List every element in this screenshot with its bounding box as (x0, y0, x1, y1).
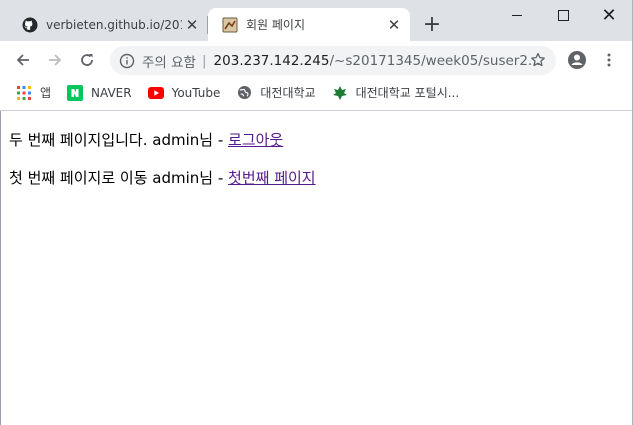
welcome-text: 두 번째 페이지입니다. admin님 - (9, 131, 229, 149)
page-viewport: 두 번째 페이지입니다. admin님 - 로그아웃 첫 번째 페이지로 이동 … (0, 111, 633, 425)
tab-member-page[interactable]: 회원 페이지 ✕ (208, 8, 410, 41)
bookmark-label: 앱 (40, 86, 52, 100)
bookmark-apps[interactable]: 앱 (16, 84, 51, 101)
bookmark-label: 대전대학교 (260, 86, 316, 100)
forward-button[interactable] (43, 48, 67, 72)
browser-toolbar: 주의 요함 | 203.237.142.245 /~s20171345/week… (0, 41, 633, 79)
address-bar[interactable]: 주의 요함 | 203.237.142.245 /~s20171345/week… (110, 46, 556, 75)
reload-icon (81, 54, 93, 66)
leaf-icon (332, 85, 348, 101)
naver-icon (67, 84, 84, 101)
minimize-icon (511, 14, 522, 16)
github-icon (22, 17, 38, 33)
navigation-line: 첫 번째 페이지로 이동 admin님 - 첫번째 페이지 (9, 167, 316, 188)
security-warning: 주의 요함 (142, 54, 196, 71)
menu-button[interactable] (597, 48, 621, 72)
tab-close-icon[interactable]: ✕ (384, 15, 404, 35)
window-left-edge (0, 111, 1, 425)
window-close-button[interactable]: ✕ (586, 0, 632, 30)
maximize-icon (557, 9, 569, 21)
tab-github[interactable]: verbieten.github.io/20190 ✕ (8, 8, 208, 41)
welcome-line: 두 번째 페이지입니다. admin님 - 로그아웃 (9, 129, 283, 150)
new-tab-button[interactable]: + (420, 12, 444, 37)
bookmarks-bar: 앱 NAVER YouTube 대전대학교 대전대학교 포털시... (0, 79, 633, 106)
address-separator: | (201, 52, 207, 69)
bookmark-label: 대전대학교 포털시... (355, 86, 460, 100)
tab-title: verbieten.github.io/20190 (46, 17, 182, 32)
navigation-text: 첫 번째 페이지로 이동 admin님 - (9, 169, 229, 187)
bookmark-label: NAVER (91, 85, 132, 100)
back-button[interactable] (11, 48, 35, 72)
globe-icon (236, 85, 252, 101)
logout-link[interactable]: 로그아웃 (228, 131, 283, 149)
bookmark-youtube[interactable]: YouTube (147, 85, 221, 101)
bookmark-star-icon[interactable] (529, 51, 547, 69)
reload-button[interactable] (75, 48, 99, 72)
more-vert-icon (607, 53, 611, 67)
bookmark-label: YouTube (171, 85, 221, 100)
bookmark-daejeon-portal[interactable]: 대전대학교 포털시... (332, 84, 460, 101)
first-page-link[interactable]: 첫번째 페이지 (228, 169, 316, 187)
info-icon[interactable] (119, 53, 135, 69)
url-host: 203.237.142.245 (213, 52, 330, 69)
apps-grid-icon (16, 85, 32, 101)
maximize-button[interactable] (540, 0, 586, 30)
tab-title: 회원 페이지 (246, 18, 306, 32)
tab-close-icon[interactable]: ✕ (182, 15, 202, 35)
bookmark-naver[interactable]: NAVER (67, 84, 132, 101)
tab-strip: verbieten.github.io/20190 ✕ 회원 페이지 ✕ + ✕ (0, 0, 633, 41)
back-arrow-icon (16, 54, 29, 66)
forward-arrow-icon (49, 54, 62, 66)
youtube-icon (147, 85, 164, 101)
account-icon (568, 51, 586, 69)
page-favicon-icon (222, 17, 238, 33)
profile-button[interactable] (565, 48, 589, 72)
minimize-button[interactable] (494, 0, 540, 30)
bookmark-daejeon-univ[interactable]: 대전대학교 (236, 84, 316, 101)
url-path: /~s20171345/week05/suser2... (329, 52, 541, 69)
